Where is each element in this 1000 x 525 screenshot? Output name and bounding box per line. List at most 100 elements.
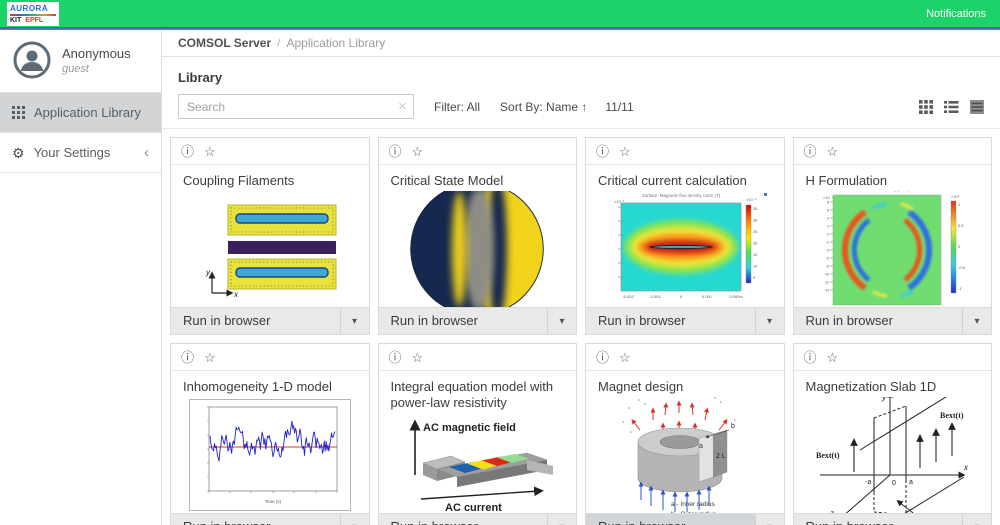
app-card-integral-equation-model: ⓘ ☆ Integral equation model with power-l… <box>378 343 578 525</box>
info-icon[interactable]: ⓘ <box>596 145 609 158</box>
user-name: Anonymous <box>62 46 131 61</box>
detail-view-icon[interactable] <box>970 100 984 114</box>
y-axis-ticks: 86420-2-4-6-8-10-12-14 <box>824 200 829 292</box>
aurora-logo: AURORA KIT EPFL <box>7 2 59 26</box>
critical-current-thumbnail: Surface: Magnetic flux density norm (T) … <box>596 191 774 307</box>
run-in-browser-button[interactable]: Run in browser <box>379 514 548 525</box>
x-tick: 0.002m <box>729 294 743 299</box>
run-options-caret[interactable]: ▾ <box>962 514 991 525</box>
app-title: Critical State Model <box>379 165 577 191</box>
star-icon[interactable]: ☆ <box>827 351 839 364</box>
x-tick: -0.001 <box>649 294 661 299</box>
avatar <box>12 40 52 80</box>
inhomogeneity-thumbnail: Time (s) <box>189 399 351 511</box>
info-icon[interactable]: ⓘ <box>389 145 402 158</box>
run-in-browser-button[interactable]: Run in browser <box>379 308 548 334</box>
info-icon[interactable]: ⓘ <box>596 351 609 364</box>
sidebar-item-your-settings[interactable]: ⚙ Your Settings ‹ <box>0 133 161 173</box>
info-icon[interactable]: ⓘ <box>181 351 194 364</box>
magnetic-field-label: AC magnetic field <box>423 422 516 434</box>
axis-y-label: y <box>881 397 887 402</box>
star-icon[interactable]: ☆ <box>412 351 424 364</box>
colorbar-exponent: ×10⁸ <box>951 194 960 199</box>
b-ext-left-label: Bext(t) <box>816 451 840 460</box>
chevron-left-icon[interactable]: ‹ <box>144 145 149 160</box>
sort-control[interactable]: Sort By: Name ↑ <box>500 100 587 114</box>
info-icon[interactable]: ⓘ <box>804 351 817 364</box>
integral-equation-thumbnail: AC magnetic field AC current <box>387 414 567 514</box>
breadcrumb-root[interactable]: COMSOL Server <box>178 36 271 50</box>
app-title: Inhomogeneity 1-D model <box>171 371 369 397</box>
run-options-caret[interactable]: ▾ <box>962 308 991 334</box>
axis-y-label: y <box>205 268 211 277</box>
x-tick: 0 <box>680 294 683 299</box>
neg-a-label: -a <box>865 479 871 486</box>
x-tick: -0.002 <box>622 294 634 299</box>
star-icon[interactable]: ☆ <box>204 351 216 364</box>
app-card-critical-state-model: ⓘ ☆ Critical State Model <box>378 137 578 335</box>
library-toolbar: ✕ Filter: All Sort By: Name ↑ 11/11 <box>162 94 1000 129</box>
run-in-browser-button[interactable]: Run in browser <box>171 308 340 334</box>
run-options-caret[interactable]: ▾ <box>547 514 576 525</box>
breadcrumb: COMSOL Server / Application Library <box>162 30 1000 57</box>
star-icon[interactable]: ☆ <box>619 145 631 158</box>
breadcrumb-current: Application Library <box>287 36 386 50</box>
magnetization-slab-thumbnail: Bext(t) Bext(t) y x z -a 0 a HTS slab <box>802 397 982 513</box>
page-title: Library <box>178 70 984 85</box>
run-options-caret[interactable]: ▾ <box>340 514 369 525</box>
search-input[interactable] <box>178 94 414 119</box>
inner-radius-label: a <box>699 443 703 450</box>
run-in-browser-button[interactable]: Run in browser <box>794 308 963 334</box>
notifications-link[interactable]: Notifications <box>926 8 986 20</box>
a-label: a <box>909 479 913 486</box>
critical-state-thumbnail <box>407 191 547 307</box>
application-grid: ⓘ ☆ Coupling Filaments <box>162 129 1000 525</box>
result-count: 11/11 <box>605 100 633 114</box>
app-title: Coupling Filaments <box>171 165 369 191</box>
star-icon[interactable]: ☆ <box>412 145 424 158</box>
colorbar-exponent: ×10⁻⁵ <box>746 197 757 202</box>
info-icon[interactable]: ⓘ <box>181 145 194 158</box>
axis-x-label: x <box>963 463 969 472</box>
legend-inner-radius: a - Inner radius <box>671 501 715 508</box>
star-icon[interactable]: ☆ <box>827 145 839 158</box>
zero-label: 0 <box>892 480 896 487</box>
sidebar-item-label: Your Settings <box>34 145 111 160</box>
run-options-caret[interactable]: ▾ <box>340 308 369 334</box>
run-in-browser-button[interactable]: Run in browser <box>586 308 755 334</box>
list-view-icon[interactable] <box>944 100 959 114</box>
sidebar-item-application-library[interactable]: Application Library <box>0 93 161 133</box>
app-card-inhomogeneity-1d-model: ⓘ ☆ Inhomogeneity 1-D model <box>170 343 370 525</box>
search-clear-icon[interactable]: ✕ <box>398 100 407 113</box>
logo-kit-text: KIT <box>10 17 21 24</box>
app-card-magnetization-slab-1d: ⓘ ☆ Magnetization Slab 1D <box>793 343 993 525</box>
run-in-browser-button[interactable]: Run in browser <box>794 514 963 525</box>
run-in-browser-button[interactable]: Run in browser <box>586 514 755 525</box>
gear-icon: ⚙ <box>12 146 25 160</box>
length-label: 2 L <box>716 453 726 460</box>
grid-view-icon[interactable] <box>919 100 933 114</box>
run-options-caret[interactable]: ▾ <box>755 514 784 525</box>
axis-exponent: ×10⁻⁴ <box>823 195 834 200</box>
sidebar: Anonymous guest Application Library ⚙ Yo… <box>0 30 162 525</box>
app-card-magnet-design: ⓘ ☆ Magnet design <box>585 343 785 525</box>
run-options-caret[interactable]: ▾ <box>755 308 784 334</box>
current-label: AC current <box>445 502 502 513</box>
info-icon[interactable]: ⓘ <box>804 145 817 158</box>
run-options-caret[interactable]: ▾ <box>547 308 576 334</box>
star-icon[interactable]: ☆ <box>619 351 631 364</box>
logo-epfl-text: EPFL <box>25 17 43 24</box>
app-card-coupling-filaments: ⓘ ☆ Coupling Filaments <box>170 137 370 335</box>
run-in-browser-button[interactable]: Run in browser <box>171 514 340 525</box>
info-icon[interactable]: ⓘ <box>389 351 402 364</box>
filter-control[interactable]: Filter: All <box>434 100 480 114</box>
breadcrumb-separator: / <box>277 36 280 50</box>
top-bar: AURORA KIT EPFL Notifications <box>0 0 1000 27</box>
axis-x-label: x <box>233 290 239 299</box>
star-icon[interactable]: ☆ <box>204 145 216 158</box>
user-role: guest <box>62 63 131 75</box>
h-formulation-thumbnail: Time=0.02 s Current Density (A/m²) ×10⁻⁴ <box>803 191 981 307</box>
app-title: Integral equation model with power-law r… <box>379 371 577 414</box>
xlabel: Time (s) <box>265 499 282 504</box>
colorbar-ticks: 3530252015105 <box>753 207 757 280</box>
